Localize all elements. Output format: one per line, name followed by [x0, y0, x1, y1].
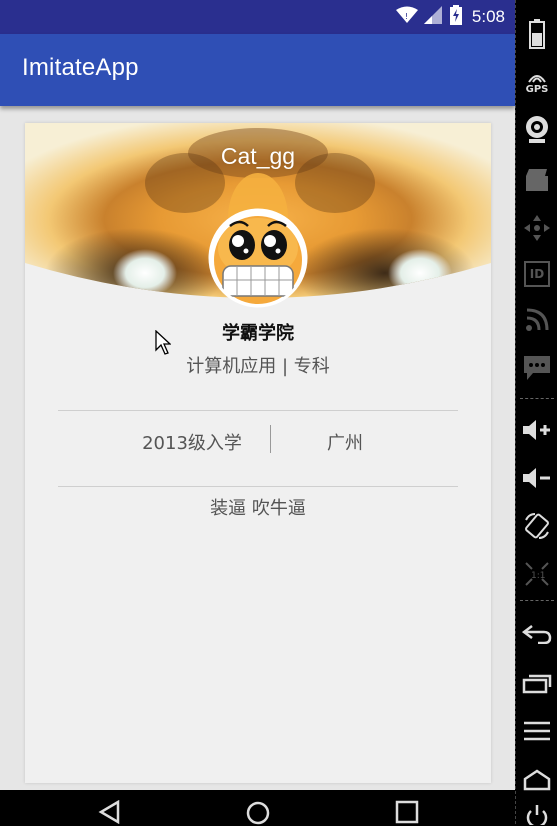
enrollment-year: 2013级入学	[142, 433, 242, 454]
motto: 装逼 吹牛逼	[210, 498, 306, 519]
dpad-icon[interactable]	[516, 210, 557, 246]
svg-text:1:1: 1:1	[531, 571, 545, 581]
menu-icon[interactable]	[516, 714, 557, 750]
power-icon[interactable]	[516, 804, 557, 826]
city: 广州	[327, 433, 363, 454]
vertical-divider	[270, 425, 271, 453]
back-icon[interactable]	[516, 616, 557, 652]
volume-down-icon[interactable]	[516, 460, 557, 496]
app-title: ImitateApp	[22, 54, 139, 81]
gps-label: GPS	[525, 83, 549, 95]
sms-icon[interactable]	[516, 350, 557, 386]
username: Cat_gg	[220, 143, 296, 169]
home-icon[interactable]	[516, 762, 557, 798]
clock: 5:08	[471, 7, 505, 26]
app-bar: ImitateApp	[0, 34, 515, 106]
battery-icon[interactable]	[516, 14, 557, 54]
major-info: 计算机应用 | 专科	[186, 356, 330, 377]
device-screen: ! 5:08 ImitateApp Cat_gg 学霸学院 计算机应用 | 专科…	[0, 0, 515, 790]
status-bar: ! 5:08	[0, 0, 515, 34]
scale-icon[interactable]: 1:1	[516, 556, 557, 592]
id-label: ID	[524, 261, 550, 287]
back-icon[interactable]	[98, 800, 120, 824]
recents-icon[interactable]	[516, 666, 557, 702]
avatar[interactable]	[208, 208, 308, 308]
side-separator	[520, 398, 554, 399]
profile-card: Cat_gg 学霸学院 计算机应用 | 专科 2013级入学 广州 装逼 吹牛逼	[25, 123, 491, 783]
id-icon[interactable]: ID	[516, 256, 557, 292]
wifi-icon: !	[395, 6, 418, 28]
signal-icon	[423, 6, 444, 28]
emulator-side-panel: GPS ID 1:1	[515, 0, 557, 826]
home-icon[interactable]	[245, 800, 271, 826]
recents-icon[interactable]	[395, 800, 419, 824]
status-icons: ! 5:08	[395, 0, 505, 34]
gps-icon[interactable]: GPS	[516, 66, 557, 98]
rss-icon[interactable]	[516, 302, 557, 338]
divider-top	[58, 410, 458, 411]
volume-up-icon[interactable]	[516, 412, 557, 448]
svg-text:!: !	[405, 12, 408, 21]
side-separator	[520, 600, 554, 601]
mouse-cursor-icon	[155, 330, 171, 355]
school-name: 学霸学院	[222, 323, 294, 344]
navigation-bar	[0, 790, 515, 826]
divider-bottom	[58, 486, 458, 487]
rotate-icon[interactable]	[516, 508, 557, 544]
battery-charging-icon	[449, 5, 462, 29]
video-icon[interactable]	[516, 162, 557, 198]
camera-icon[interactable]	[516, 112, 557, 148]
